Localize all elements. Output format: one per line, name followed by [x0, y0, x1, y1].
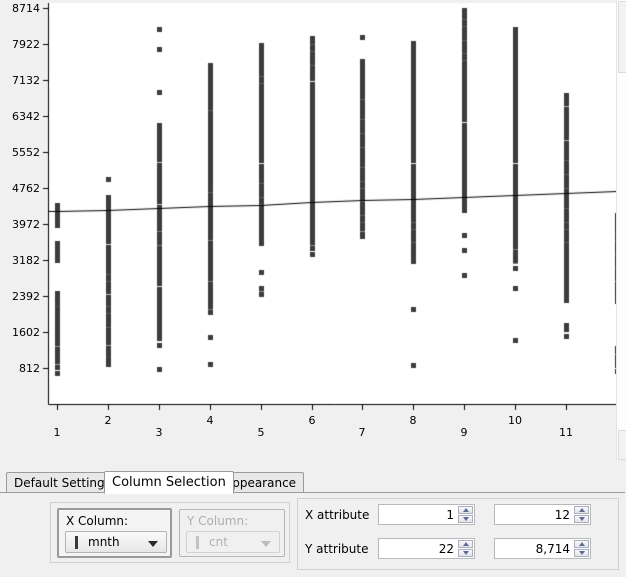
spinner-down-button[interactable]	[458, 549, 473, 557]
y-axis-tick-label: 7132	[12, 74, 40, 87]
x-axis-tick-label: 2	[104, 414, 112, 427]
tab-label: Column Selection	[112, 475, 226, 490]
tab-label: Default Settings	[14, 476, 111, 490]
scrollbar-thumb-top[interactable]	[618, 1, 626, 73]
y-axis-tick-label: 8714	[12, 2, 40, 15]
x-column-title: X Column:	[66, 514, 129, 528]
y-axis-tick-label: 3972	[12, 218, 40, 231]
caret-up-icon	[463, 542, 469, 546]
x-axis-tick-label: 3	[155, 426, 163, 439]
x-axis-tick-label: 6	[308, 414, 316, 427]
x-attribute-min-spinner[interactable]: 1	[378, 504, 475, 525]
spinner-down-button[interactable]	[574, 549, 589, 557]
x-axis-tick-label: 4	[206, 414, 214, 427]
y-axis-tick-label: 4762	[12, 182, 40, 195]
caret-up-icon	[463, 508, 469, 512]
scatter-plot-panel[interactable]: 8714 7922 7132 6342 5552 4762 3972 3182 2392 1602…	[0, 0, 626, 460]
caret-up-icon	[579, 508, 585, 512]
numeric-column-icon	[72, 536, 81, 549]
x-attribute-min-value: 1	[446, 508, 454, 522]
y-axis-tick-label: 7922	[12, 38, 40, 51]
settings-panel: Default Settings Column Selection Appear…	[0, 460, 626, 577]
tab-bar: Default Settings Column Selection Appear…	[0, 471, 626, 494]
spinner-down-button[interactable]	[574, 515, 589, 523]
x-axis-tick-label: 1	[53, 426, 61, 439]
x-column-value: mnth	[88, 535, 120, 549]
x-axis-tick-label: 9	[460, 426, 468, 439]
x-axis-tick-label: 5	[257, 426, 265, 439]
x-axis-tick-label: 10	[508, 414, 522, 427]
x-axis-tick-label: 11	[559, 426, 573, 439]
y-column-value: cnt	[209, 535, 228, 549]
caret-down-icon	[463, 517, 469, 521]
y-attribute-min-value: 22	[438, 542, 454, 556]
y-attribute-max-spinner[interactable]: 8,714	[494, 538, 591, 559]
y-axis-tick-label: 3182	[12, 254, 40, 267]
tab-default-settings[interactable]: Default Settings	[6, 472, 119, 493]
x-column-selector[interactable]: X Column: mnth	[57, 508, 172, 558]
y-axis-tick-label: 812	[19, 362, 40, 375]
spinner-down-button[interactable]	[458, 515, 473, 523]
plot-vertical-scrollbar[interactable]	[616, 0, 626, 460]
spinner-buttons[interactable]	[458, 540, 473, 557]
tab-label: Appearance	[224, 476, 297, 490]
y-attribute-label: Y attribute	[305, 542, 369, 556]
spinner-up-button[interactable]	[458, 506, 473, 514]
y-column-title: Y Column:	[187, 514, 249, 528]
x-attribute-max-value: 12	[554, 508, 570, 522]
x-attribute-max-spinner[interactable]: 12	[494, 504, 591, 525]
chevron-down-icon	[261, 541, 271, 547]
caret-down-icon	[463, 551, 469, 555]
y-attribute-min-spinner[interactable]: 22	[378, 538, 475, 559]
spinner-up-button[interactable]	[574, 506, 589, 514]
x-attribute-label: X attribute	[305, 508, 370, 522]
spinner-up-button[interactable]	[458, 540, 473, 548]
y-axis-tick-label: 6342	[12, 110, 40, 123]
y-attribute-max-value: 8,714	[535, 542, 570, 556]
y-axis-tick-label: 5552	[12, 146, 40, 159]
caret-up-icon	[579, 542, 585, 546]
scatter-plot-canvas[interactable]	[0, 0, 626, 460]
x-axis-tick-label: 8	[409, 414, 417, 427]
caret-down-icon	[579, 551, 585, 555]
y-column-combobox: cnt	[186, 531, 280, 553]
caret-down-icon	[579, 517, 585, 521]
spinner-buttons[interactable]	[574, 506, 589, 523]
spinner-buttons[interactable]	[574, 540, 589, 557]
spinner-up-button[interactable]	[574, 540, 589, 548]
y-column-selector: Y Column: cnt	[179, 509, 285, 557]
x-axis-tick-label: 7	[358, 426, 366, 439]
tab-page-column-selection: X Column: mnth Y Column: cnt X attribute	[0, 492, 625, 576]
column-chooser-group: X Column: mnth Y Column: cnt	[50, 502, 290, 563]
x-column-combobox[interactable]: mnth	[65, 531, 167, 553]
spinner-buttons[interactable]	[458, 506, 473, 523]
attribute-range-group: X attribute 1 12 Y attribute 22 8,714	[297, 498, 619, 570]
numeric-column-icon	[193, 536, 202, 549]
scrollbar-thumb-bottom[interactable]	[618, 430, 626, 460]
chevron-down-icon[interactable]	[148, 541, 158, 547]
y-axis-tick-label: 2392	[12, 290, 40, 303]
tab-column-selection[interactable]: Column Selection	[104, 471, 234, 494]
y-axis-tick-label: 1602	[12, 326, 40, 339]
